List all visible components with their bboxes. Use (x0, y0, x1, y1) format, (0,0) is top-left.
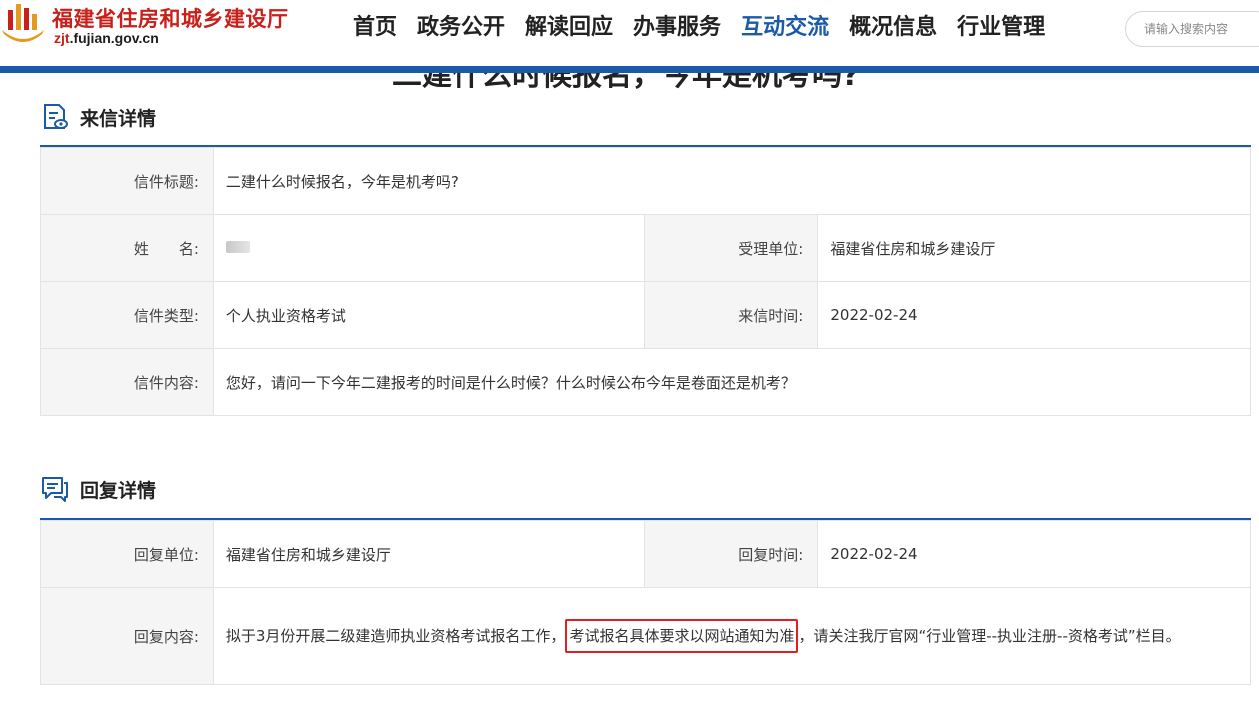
reply-section-header: 回复详情 (40, 474, 156, 504)
nav-item-government-affairs[interactable]: 政务公开 (407, 12, 515, 44)
site-name[interactable]: 福建省住房和城乡建设厅 (52, 3, 289, 33)
letter-section-header: 来信详情 (40, 102, 156, 132)
document-eye-icon (44, 104, 68, 129)
nav-item-overview[interactable]: 概况信息 (839, 12, 947, 44)
letter-section-title: 来信详情 (80, 107, 157, 130)
table-row: 信件内容: 您好，请问一下今年二建报考的时间是什么时候？什么时候公布今年是卷面还… (40, 348, 1252, 416)
site-url[interactable]: zjt.fujian.gov.cn (54, 30, 159, 46)
letter-details-table: 信件标题: 二建什么时候报名，今年是机考吗? 姓 名: 受理单位: 福建省住房和… (40, 147, 1252, 416)
reply-dept-value: 福建省住房和城乡建设厅 (212, 520, 646, 588)
reply-time-value: 2022-02-24 (817, 520, 1251, 588)
site-url-rest: .fujian.gov.cn (69, 30, 159, 46)
chat-bubble-icon (42, 477, 68, 502)
search-input[interactable] (1125, 11, 1259, 47)
letter-name-value (212, 214, 646, 282)
reply-content-highlight: 考试报名具体要求以网站通知为准 (565, 619, 799, 653)
site-url-prefix: zjt (54, 30, 70, 46)
letter-time-value: 2022-02-24 (817, 281, 1251, 349)
reply-details-table: 回复单位: 福建省住房和城乡建设厅 回复时间: 2022-02-24 回复内容:… (40, 520, 1252, 685)
letter-title-value: 二建什么时候报名，今年是机考吗? (212, 147, 1252, 215)
reply-content-value: 拟于3月份开展二级建造师执业资格考试报名工作， 考试报名具体要求以网站通知为准 ，请… (212, 587, 1252, 685)
nav-item-interaction[interactable]: 互动交流 (731, 12, 839, 44)
reply-content-part1: 拟于3月份开展二级建造师执业资格考试报名工作， (225, 627, 566, 645)
reply-time-label: 回复时间: (644, 520, 819, 588)
nav-item-industry[interactable]: 行业管理 (947, 12, 1055, 44)
letter-type-label: 信件类型: (40, 281, 214, 349)
reply-content-label: 回复内容: (40, 587, 214, 685)
letter-time-label: 来信时间: (644, 281, 819, 349)
redacted-name (225, 241, 250, 253)
table-row: 姓 名: 受理单位: 福建省住房和城乡建设厅 (40, 214, 1251, 282)
nav-item-interpretation[interactable]: 解读回应 (515, 12, 623, 44)
header-accent-bar (0, 66, 1259, 73)
table-row: 信件标题: 二建什么时候报名，今年是机考吗? (40, 147, 1252, 215)
letter-content-value: 您好，请问一下今年二建报考的时间是什么时候？什么时候公布今年是卷面还是机考？ (212, 348, 1252, 416)
letter-type-value: 个人执业资格考试 (212, 281, 646, 349)
nav-item-home[interactable]: 首页 (343, 12, 407, 44)
reply-content-part2: ，请关注我厅官网“行业管理--执业注册--资格考试”栏目。 (798, 627, 1181, 645)
table-row: 信件类型: 个人执业资格考试 来信时间: 2022-02-24 (40, 281, 1251, 349)
reply-dept-label: 回复单位: (40, 520, 214, 588)
letter-title-label: 信件标题: (40, 147, 214, 215)
site-header: 福建省住房和城乡建设厅 zjt.fujian.gov.cn 首页 政务公开 解读… (0, 0, 1259, 66)
main-nav: 首页 政务公开 解读回应 办事服务 互动交流 概况信息 行业管理 (343, 12, 1055, 44)
letter-name-label: 姓 名: (40, 214, 214, 282)
letter-dept-value: 福建省住房和城乡建设厅 (817, 214, 1251, 282)
nav-item-services[interactable]: 办事服务 (623, 12, 731, 44)
letter-dept-label: 受理单位: (644, 214, 819, 282)
table-row: 回复单位: 福建省住房和城乡建设厅 回复时间: 2022-02-24 (40, 520, 1251, 588)
reply-section-title: 回复详情 (80, 479, 157, 502)
table-row: 回复内容: 拟于3月份开展二级建造师执业资格考试报名工作， 考试报名具体要求以网站… (40, 587, 1252, 685)
site-logo-icon[interactable] (0, 0, 46, 44)
letter-content-label: 信件内容: (40, 348, 214, 416)
